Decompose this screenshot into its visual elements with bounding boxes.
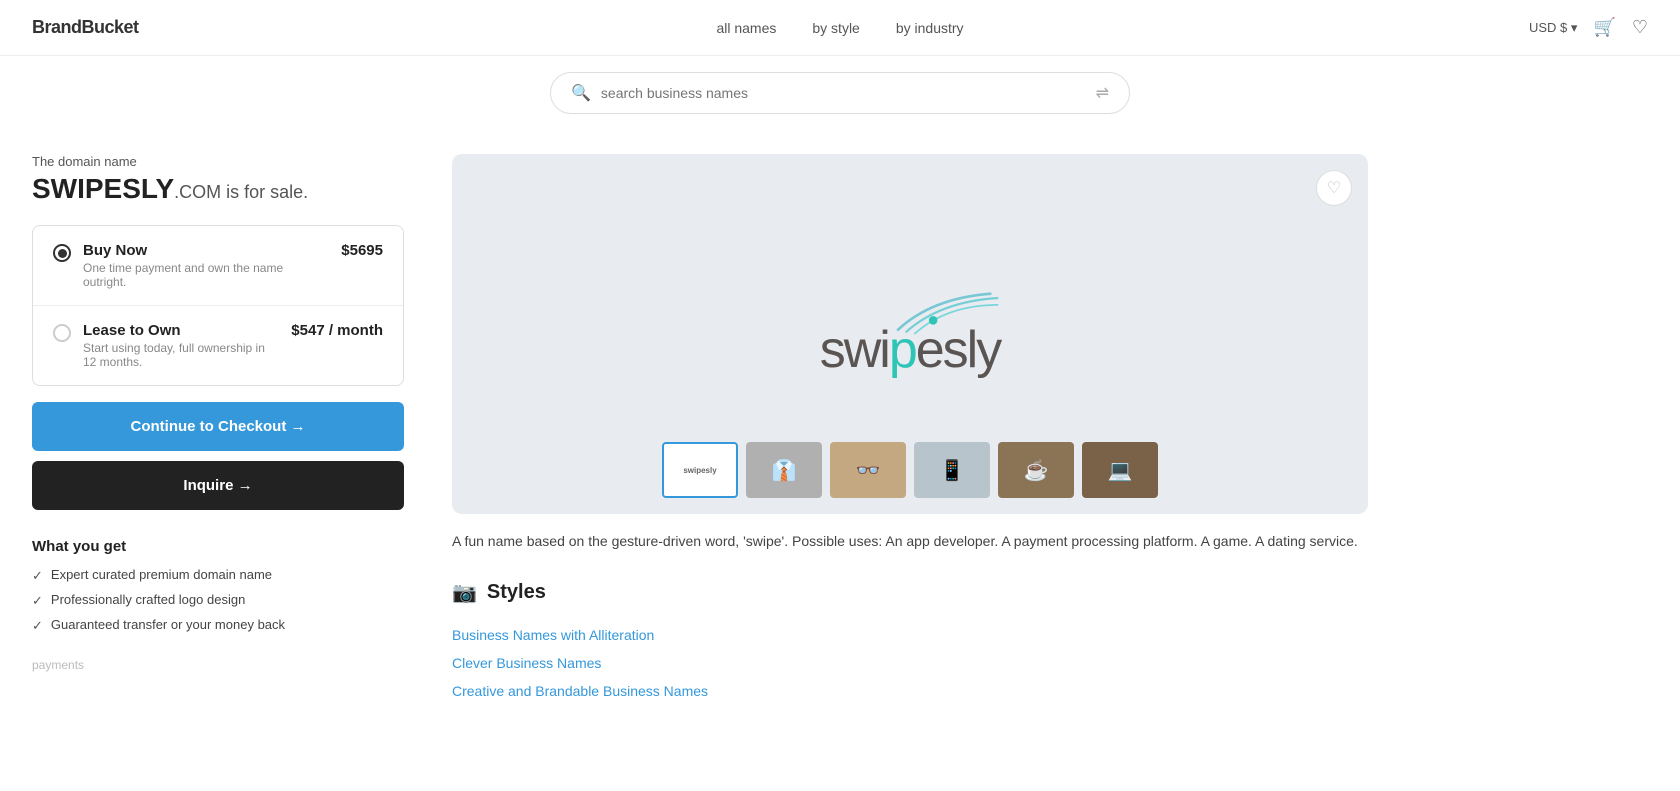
lease-to-own-price: $547 / month	[291, 322, 383, 339]
purchase-options: Buy Now One time payment and own the nam…	[32, 225, 404, 386]
main-content: The domain name SWIPESLY.COM is for sale…	[0, 130, 1400, 729]
lease-to-own-radio[interactable]	[53, 324, 71, 342]
showcase-wishlist-button[interactable]: ♡	[1316, 170, 1352, 206]
what-you-get-title: What you get	[32, 538, 404, 555]
thumbnail-2-icon: 👓	[856, 458, 881, 483]
thumbnail-1[interactable]: 👔	[746, 442, 822, 498]
search-container: 🔍 ⇌	[0, 56, 1680, 130]
search-input[interactable]	[601, 85, 1086, 101]
right-panel: ♡ swipesly swipesly	[452, 154, 1368, 705]
thumbnail-gallery: swipesly 👔 👓 📱 ☕ 💻	[662, 442, 1158, 498]
nav-by-style[interactable]: by style	[812, 20, 859, 36]
thumbnail-4[interactable]: ☕	[998, 442, 1074, 498]
buy-now-details: Buy Now One time payment and own the nam…	[83, 242, 329, 289]
brand-dot-p: p	[889, 321, 916, 379]
buy-now-title: Buy Now	[83, 242, 329, 259]
check-icon-2: ✓	[32, 593, 43, 609]
check-icon-1: ✓	[32, 568, 43, 584]
brand-logo-display: swipesly	[820, 288, 1001, 380]
benefit-1: ✓ Expert curated premium domain name	[32, 567, 404, 584]
style-item-1[interactable]: Clever Business Names	[452, 649, 1368, 677]
showcase-heart-icon: ♡	[1327, 178, 1341, 198]
buy-now-option[interactable]: Buy Now One time payment and own the nam…	[33, 226, 403, 305]
lease-to-own-details: Lease to Own Start using today, full own…	[83, 322, 279, 369]
buy-now-radio[interactable]	[53, 244, 71, 262]
checkout-button[interactable]: Continue to Checkout →	[32, 402, 404, 451]
what-you-get-section: What you get ✓ Expert curated premium do…	[32, 538, 404, 634]
benefit-3: ✓ Guaranteed transfer or your money back	[32, 617, 404, 634]
thumbnail-0[interactable]: swipesly	[662, 442, 738, 498]
benefit-3-text: Guaranteed transfer or your money back	[51, 617, 285, 632]
nav-all-names[interactable]: all names	[716, 20, 776, 36]
wishlist-button[interactable]: ♡	[1632, 17, 1648, 38]
check-icon-3: ✓	[32, 618, 43, 634]
buy-now-price: $5695	[341, 242, 383, 259]
style-item-0[interactable]: Business Names with Alliteration	[452, 621, 1368, 649]
lease-to-own-option[interactable]: Lease to Own Start using today, full own…	[33, 305, 403, 385]
currency-selector[interactable]: USD $ ▾	[1529, 20, 1577, 36]
lease-to-own-title: Lease to Own	[83, 322, 279, 339]
styles-title: Styles	[487, 581, 546, 604]
payments-note: payments	[32, 658, 404, 672]
domain-label: The domain name	[32, 154, 404, 169]
site-logo[interactable]: BrandBucket	[32, 17, 139, 38]
thumbnail-5[interactable]: 💻	[1082, 442, 1158, 498]
domain-tld: .COM is for sale.	[174, 182, 308, 202]
header-right: USD $ ▾ 🛒 ♡	[1529, 17, 1648, 38]
thumbnail-1-icon: 👔	[772, 458, 797, 483]
search-bar: 🔍 ⇌	[550, 72, 1130, 114]
inquire-button[interactable]: Inquire →	[32, 461, 404, 510]
brand-name-text: swipesly	[820, 320, 1001, 380]
filter-icon[interactable]: ⇌	[1096, 83, 1109, 103]
benefit-2-text: Professionally crafted logo design	[51, 592, 245, 607]
styles-section: 📷 Styles Business Names with Alliteratio…	[452, 580, 1368, 705]
thumbnail-0-label: swipesly	[683, 466, 716, 475]
radio-inner	[58, 249, 67, 258]
site-header: BrandBucket all names by style by indust…	[0, 0, 1680, 56]
domain-name: SWIPESLY	[32, 173, 174, 204]
main-nav: all names by style by industry	[716, 20, 963, 36]
thumbnail-3-icon: 📱	[940, 458, 965, 483]
styles-heading: 📷 Styles	[452, 580, 1368, 605]
domain-title: SWIPESLY.COM is for sale.	[32, 173, 404, 205]
style-item-2[interactable]: Creative and Brandable Business Names	[452, 677, 1368, 705]
benefit-2: ✓ Professionally crafted logo design	[32, 592, 404, 609]
brand-description: A fun name based on the gesture-driven w…	[452, 530, 1368, 552]
thumbnail-2[interactable]: 👓	[830, 442, 906, 498]
thumbnail-3[interactable]: 📱	[914, 442, 990, 498]
thumbnail-4-icon: ☕	[1024, 458, 1049, 483]
camera-icon: 📷	[452, 580, 477, 605]
styles-list: Business Names with Alliteration Clever …	[452, 621, 1368, 705]
nav-by-industry[interactable]: by industry	[896, 20, 964, 36]
logo-showcase: ♡ swipesly swipesly	[452, 154, 1368, 514]
buy-now-desc: One time payment and own the name outrig…	[83, 261, 329, 289]
cart-button[interactable]: 🛒	[1593, 17, 1615, 38]
cart-icon: 🛒	[1593, 17, 1615, 38]
left-panel: The domain name SWIPESLY.COM is for sale…	[32, 154, 452, 705]
search-icon: 🔍	[571, 83, 591, 103]
benefit-1-text: Expert curated premium domain name	[51, 567, 272, 582]
heart-icon: ♡	[1632, 17, 1648, 38]
lease-to-own-desc: Start using today, full ownership in 12 …	[83, 341, 279, 369]
thumbnail-5-icon: 💻	[1108, 458, 1133, 483]
